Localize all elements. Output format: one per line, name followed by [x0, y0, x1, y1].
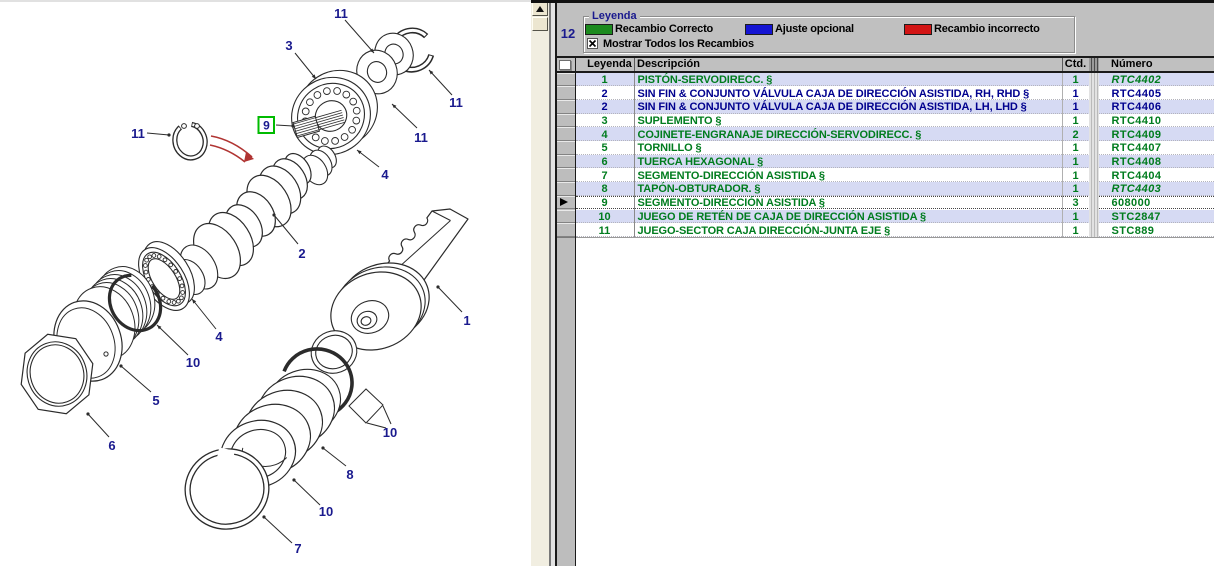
svg-text:10: 10	[319, 504, 333, 519]
svg-text:3: 3	[285, 38, 292, 53]
svg-text:11: 11	[131, 126, 145, 141]
svg-text:1: 1	[463, 313, 470, 328]
svg-text:11: 11	[414, 130, 428, 145]
svg-text:10: 10	[186, 355, 200, 370]
svg-text:5: 5	[152, 393, 159, 408]
svg-text:9: 9	[263, 119, 270, 133]
svg-text:6: 6	[108, 438, 115, 453]
svg-text:11: 11	[334, 6, 348, 21]
svg-text:11: 11	[449, 95, 463, 110]
svg-text:7: 7	[294, 541, 301, 556]
svg-text:4: 4	[215, 329, 223, 344]
svg-text:8: 8	[346, 467, 353, 482]
svg-text:4: 4	[381, 167, 389, 182]
svg-text:2: 2	[298, 246, 305, 261]
svg-text:10: 10	[383, 425, 397, 440]
